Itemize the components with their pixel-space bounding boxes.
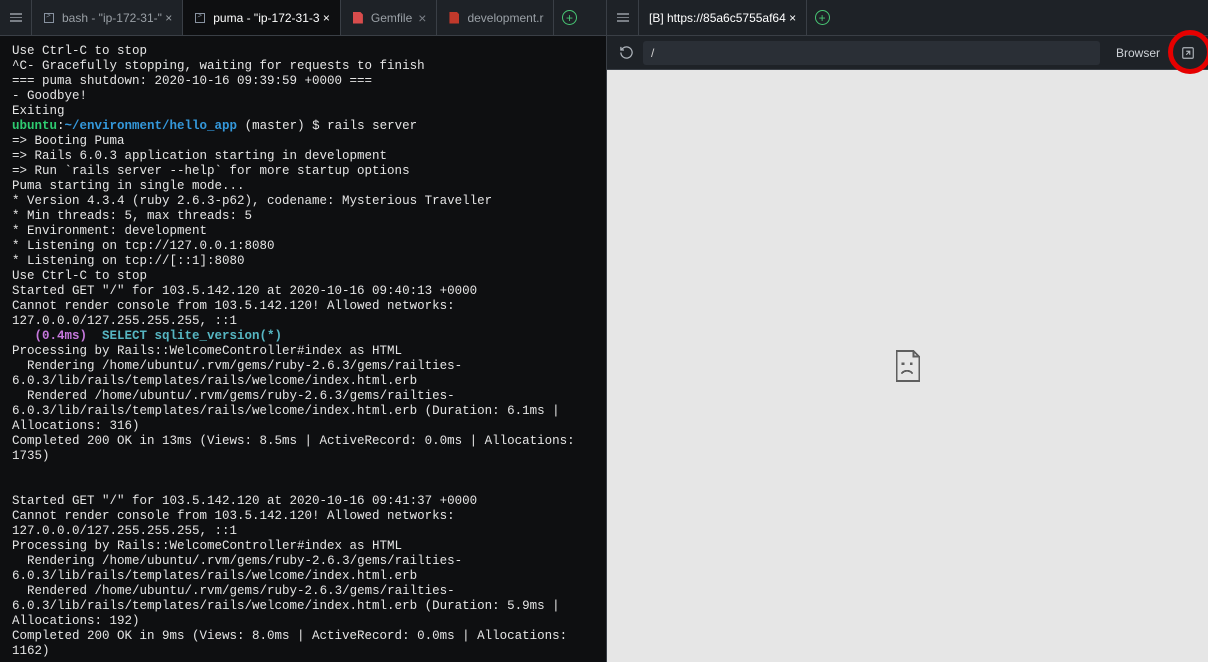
popout-icon [1181,46,1195,60]
drag-handle-icon[interactable] [0,0,32,35]
terminal-icon [193,11,207,25]
add-tab-button[interactable]: + [554,0,584,35]
tab-gemfile[interactable]: Gemfile × [341,0,438,35]
drag-handle-icon[interactable] [607,0,639,35]
terminal-pane: bash - "ip-172-31-" × puma - "ip-172-31-… [0,0,607,662]
browser-viewport[interactable] [607,70,1208,662]
tab-label: Gemfile [371,11,412,25]
tab-label: development.r [467,11,543,25]
tab-development-rb[interactable]: development.r [437,0,554,35]
popout-button[interactable] [1176,41,1200,65]
add-tab-button[interactable]: + [807,0,837,35]
tab-label: [B] https://85a6c5755af64 × [649,11,796,25]
ruby-file-icon [447,11,461,25]
plus-icon: + [815,10,830,25]
tab-puma[interactable]: puma - "ip-172-31-3 × [183,0,341,35]
browser-dropdown[interactable]: Browser [1106,46,1170,60]
close-icon[interactable]: × [418,10,426,26]
tab-label: puma - "ip-172-31-3 × [213,11,330,25]
tab-label: bash - "ip-172-31-" × [62,11,172,25]
plus-icon: + [562,10,577,25]
terminal-icon [42,11,56,25]
browser-pane: [B] https://85a6c5755af64 × + Browser [607,0,1208,662]
address-input[interactable] [643,41,1100,65]
refresh-icon [619,45,634,60]
error-page-icon [893,349,923,383]
tab-browser-preview[interactable]: [B] https://85a6c5755af64 × [639,0,807,35]
tab-bash[interactable]: bash - "ip-172-31-" × [32,0,183,35]
refresh-button[interactable] [615,42,637,64]
file-icon [351,11,365,25]
browser-toolbar: Browser [607,36,1208,70]
terminal-output[interactable]: Use Ctrl-C to stop ^C- Gracefully stoppi… [0,36,606,662]
right-tabbar: [B] https://85a6c5755af64 × + [607,0,1208,36]
left-tabbar: bash - "ip-172-31-" × puma - "ip-172-31-… [0,0,606,36]
